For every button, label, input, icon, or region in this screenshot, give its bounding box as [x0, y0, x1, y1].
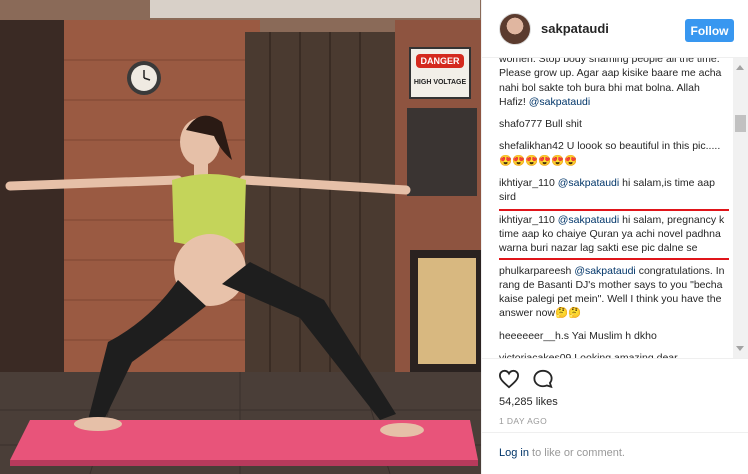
- comment-username[interactable]: shafo777: [499, 118, 542, 130]
- avatar[interactable]: [499, 12, 531, 45]
- high-voltage-text: HIGH VOLTAGE: [414, 79, 467, 86]
- scrollbar[interactable]: [733, 58, 748, 358]
- instagram-post: DANGER HIGH VOLTAGE sakpataudi Follow wo…: [0, 0, 748, 474]
- comment-mention[interactable]: @sakpataudi: [574, 265, 635, 277]
- comment-item: victoriacakes09 Looking amazing dear: [499, 351, 729, 358]
- post-photo[interactable]: DANGER HIGH VOLTAGE: [0, 0, 481, 474]
- scroll-up-arrow-icon[interactable]: [736, 65, 744, 70]
- comment-username[interactable]: phulkarpareesh: [499, 265, 571, 277]
- follow-button[interactable]: Follow: [685, 19, 734, 42]
- post-header: sakpataudi Follow: [482, 0, 748, 58]
- comments-list[interactable]: women. Stop body shaming people all the …: [499, 58, 729, 358]
- comment-item: shefalikhan42 U loook so beautiful in th…: [499, 139, 729, 168]
- comment-username[interactable]: shefalikhan42: [499, 140, 564, 152]
- username[interactable]: sakpataudi: [541, 21, 609, 36]
- comment-mention[interactable]: @sakpataudi: [558, 177, 619, 189]
- comment-item: women. Stop body shaming people all the …: [499, 58, 729, 109]
- scroll-down-arrow-icon[interactable]: [736, 346, 744, 351]
- comment-username[interactable]: ikhtiyar_110: [499, 214, 555, 226]
- likes-count[interactable]: 54,285 likes: [499, 396, 558, 408]
- comment-item: phulkarpareesh @sakpataudi congratulatio…: [499, 264, 729, 321]
- comment-text: Bull shit: [545, 118, 582, 131]
- photo-illustration: DANGER HIGH VOLTAGE: [0, 0, 481, 474]
- comment-item: shafo777 Bull shit: [499, 117, 729, 131]
- comment-item: ikhtiyar_110 @sakpataudi hi salam,is tim…: [499, 176, 729, 205]
- login-prompt: Log in to like or comment.: [482, 432, 748, 474]
- comment-username[interactable]: ikhtiyar_110: [499, 177, 555, 189]
- comment-icon[interactable]: [532, 369, 554, 389]
- login-rest-text: to like or comment.: [532, 447, 625, 459]
- scroll-thumb[interactable]: [735, 115, 746, 132]
- danger-sign-text: DANGER: [420, 56, 460, 66]
- post-actions: 54,285 likes 1 DAY AGO: [482, 358, 748, 432]
- post-side-panel: sakpataudi Follow women. Stop body shami…: [481, 0, 748, 474]
- comment-item: heeeeeer__h.s Yai Muslim h dkho: [499, 329, 729, 343]
- heart-icon[interactable]: [498, 369, 520, 389]
- comment-mention[interactable]: @sakpataudi: [558, 214, 619, 226]
- login-link[interactable]: Log in: [499, 447, 529, 459]
- comment-mention[interactable]: @sakpataudi: [529, 96, 590, 108]
- highlighted-comment: ikhtiyar_110 @sakpataudi hi salam, pregn…: [499, 208, 729, 260]
- comment-username[interactable]: heeeeeer__h.s: [499, 330, 569, 342]
- post-timestamp: 1 DAY AGO: [499, 416, 548, 426]
- comment-text: Yai Muslim h dkho: [571, 329, 657, 342]
- comments-inner: women. Stop body shaming people all the …: [499, 58, 729, 358]
